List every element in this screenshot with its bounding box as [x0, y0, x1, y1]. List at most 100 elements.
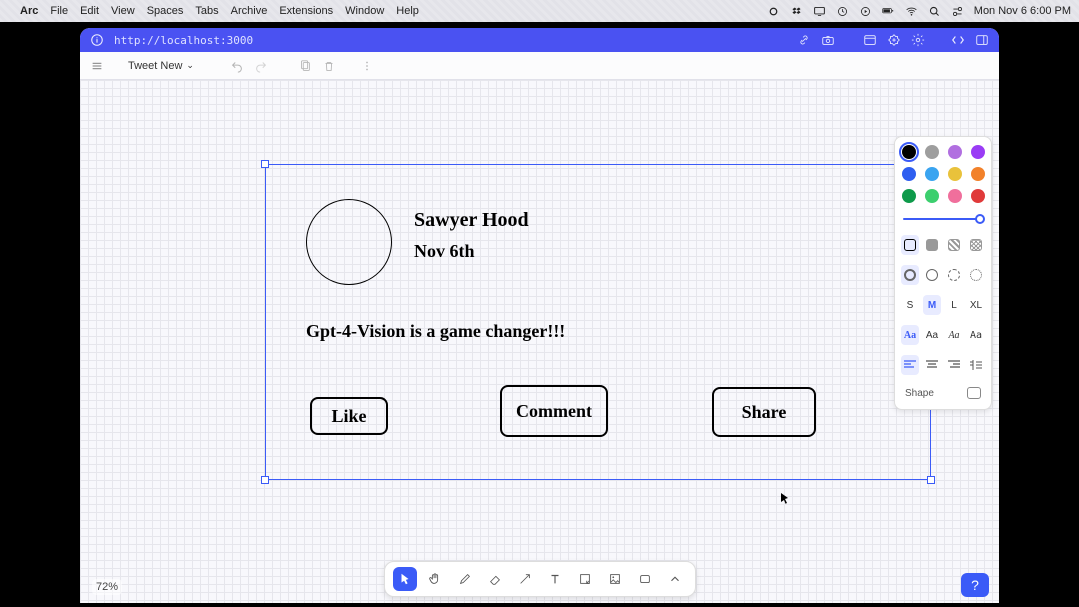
align-justify[interactable]	[967, 355, 985, 375]
select-tool[interactable]	[393, 567, 417, 591]
shape-thumbnail	[967, 387, 981, 399]
fill-cross[interactable]	[967, 235, 985, 255]
align-center[interactable]	[923, 355, 941, 375]
wifi-icon[interactable]	[905, 5, 918, 18]
color-swatch[interactable]	[925, 189, 939, 203]
sidebar-icon[interactable]	[975, 33, 989, 47]
link-icon[interactable]	[797, 33, 811, 47]
play-icon[interactable]	[859, 5, 872, 18]
color-swatch[interactable]	[948, 189, 962, 203]
color-swatch[interactable]	[925, 145, 939, 159]
stroke-width-slider[interactable]	[901, 213, 985, 225]
post-date[interactable]: Nov 6th	[414, 241, 475, 262]
menu-edit[interactable]: Edit	[80, 5, 99, 17]
help-button[interactable]: ?	[961, 573, 989, 597]
avatar-circle[interactable]	[306, 199, 392, 285]
record-icon[interactable]	[767, 5, 780, 18]
like-button[interactable]: Like	[310, 397, 388, 435]
menu-help[interactable]: Help	[396, 5, 419, 17]
shape-label: Shape	[905, 388, 934, 399]
canvas[interactable]: Sawyer Hood Nov 6th Gpt-4-Vision is a ga…	[80, 80, 999, 603]
fill-solid[interactable]	[923, 235, 941, 255]
control-center-icon[interactable]	[951, 5, 964, 18]
font-serif[interactable]: Aa	[945, 325, 963, 345]
align-right[interactable]	[945, 355, 963, 375]
color-swatch[interactable]	[971, 167, 985, 181]
fill-hatch[interactable]	[945, 235, 963, 255]
note-tool[interactable]	[573, 567, 597, 591]
share-button[interactable]: Share	[712, 387, 816, 437]
arrow-tool[interactable]	[513, 567, 537, 591]
search-icon[interactable]	[928, 5, 941, 18]
color-swatch[interactable]	[902, 189, 916, 203]
site-info-icon[interactable]	[90, 33, 104, 47]
text-tool[interactable]	[543, 567, 567, 591]
menu-extensions[interactable]: Extensions	[279, 5, 333, 17]
eraser-tool[interactable]	[483, 567, 507, 591]
comment-button[interactable]: Comment	[500, 385, 608, 437]
fill-none[interactable]	[901, 235, 919, 255]
dash-dashed[interactable]	[945, 265, 963, 285]
plus-badge-icon[interactable]	[887, 33, 901, 47]
dash-dotted[interactable]	[967, 265, 985, 285]
color-swatch[interactable]	[971, 189, 985, 203]
menu-window[interactable]: Window	[345, 5, 384, 17]
color-swatch[interactable]	[948, 145, 962, 159]
dash-solid[interactable]	[901, 265, 919, 285]
menubar-datetime[interactable]: Mon Nov 6 6:00 PM	[974, 5, 1071, 17]
shape-tool[interactable]	[633, 567, 657, 591]
trash-icon[interactable]	[322, 59, 336, 73]
copy-icon[interactable]	[298, 59, 312, 73]
tool-dock	[384, 561, 696, 597]
shape-row[interactable]: Shape	[901, 385, 985, 399]
draw-tool[interactable]	[453, 567, 477, 591]
size-s[interactable]: S	[901, 295, 919, 315]
size-m[interactable]: M	[923, 295, 941, 315]
size-l[interactable]: L	[945, 295, 963, 315]
more-tools[interactable]	[663, 567, 687, 591]
post-body[interactable]: Gpt-4-Vision is a game changer!!!	[306, 321, 565, 342]
dropbox-icon[interactable]	[790, 5, 803, 18]
zoom-level[interactable]: 72%	[92, 579, 122, 595]
font-mono[interactable]: Aa	[967, 325, 985, 345]
browser-url[interactable]: http://localhost:3000	[114, 34, 253, 47]
camera-icon[interactable]	[821, 33, 835, 47]
resize-handle-se[interactable]	[927, 476, 935, 484]
font-sans[interactable]: Aa	[923, 325, 941, 345]
comment-label: Comment	[516, 401, 592, 422]
fill-style-row	[901, 235, 985, 255]
redo-icon[interactable]	[254, 59, 268, 73]
hamburger-icon[interactable]	[90, 59, 104, 73]
align-left[interactable]	[901, 355, 919, 375]
image-tool[interactable]	[603, 567, 627, 591]
resize-handle-sw[interactable]	[261, 476, 269, 484]
dash-thin[interactable]	[923, 265, 941, 285]
color-swatch[interactable]	[902, 167, 916, 181]
author-name[interactable]: Sawyer Hood	[414, 209, 529, 232]
app-name[interactable]: Arc	[20, 5, 38, 17]
gear-icon[interactable]	[911, 33, 925, 47]
display-icon[interactable]	[813, 5, 826, 18]
menu-file[interactable]: File	[50, 5, 68, 17]
resize-handle-nw[interactable]	[261, 160, 269, 168]
clock-icon[interactable]	[836, 5, 849, 18]
undo-icon[interactable]	[230, 59, 244, 73]
menu-view[interactable]: View	[111, 5, 135, 17]
battery-icon[interactable]	[882, 5, 895, 18]
color-swatch[interactable]	[925, 167, 939, 181]
size-xl[interactable]: XL	[967, 295, 985, 315]
tweet-card-frame[interactable]: Sawyer Hood Nov 6th Gpt-4-Vision is a ga…	[265, 164, 931, 480]
menu-tabs[interactable]: Tabs	[195, 5, 218, 17]
more-icon[interactable]	[360, 59, 374, 73]
font-draw[interactable]: Aa	[901, 325, 919, 345]
menu-archive[interactable]: Archive	[231, 5, 268, 17]
color-swatch[interactable]	[971, 145, 985, 159]
devtools-icon[interactable]	[951, 33, 965, 47]
project-selector[interactable]: Tweet New ⌄	[128, 60, 194, 72]
hand-tool[interactable]	[423, 567, 447, 591]
appwindow-icon[interactable]	[863, 33, 877, 47]
share-label: Share	[742, 402, 787, 423]
color-swatch[interactable]	[948, 167, 962, 181]
color-swatch[interactable]	[902, 145, 916, 159]
menu-spaces[interactable]: Spaces	[147, 5, 184, 17]
